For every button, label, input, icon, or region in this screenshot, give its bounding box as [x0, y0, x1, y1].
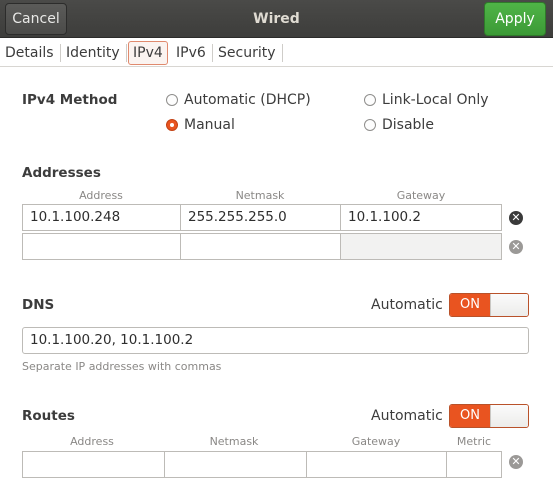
dns-automatic-label: Automatic: [371, 297, 443, 313]
tab-identity[interactable]: Identity: [62, 41, 127, 65]
radio-disable[interactable]: Disable: [364, 117, 434, 133]
radio-manual[interactable]: Manual: [166, 117, 235, 133]
route-column-header-address: Address: [70, 435, 114, 448]
radio-indicator[interactable]: [166, 94, 178, 106]
gateway-input[interactable]: [340, 233, 502, 260]
route-column-header-metric: Metric: [456, 435, 492, 448]
tab-security[interactable]: Security: [214, 41, 282, 65]
switch-on-label: ON: [450, 405, 490, 427]
netmask-input[interactable]: [180, 233, 341, 260]
ipv4-method-label: IPv4 Method: [22, 92, 118, 108]
addresses-label: Addresses: [22, 165, 101, 181]
tab-ipv6[interactable]: IPv6: [172, 41, 213, 65]
route-address-input[interactable]: [22, 451, 165, 478]
address-row: [22, 233, 502, 260]
radio-indicator[interactable]: [364, 94, 376, 106]
radio-link-local-only[interactable]: Link-Local Only: [364, 92, 489, 108]
switch-on-label: ON: [450, 294, 490, 316]
delete-address-icon[interactable]: ✕: [509, 240, 523, 254]
route-column-header-gateway: Gateway: [351, 435, 401, 448]
dns-label: DNS: [22, 297, 55, 313]
radio-automatic-dhcp[interactable]: Automatic (DHCP): [166, 92, 311, 108]
address-row: 10.1.100.248 255.255.255.0 10.1.100.2: [22, 204, 502, 231]
header-bar: Cancel Wired Apply: [0, 0, 553, 38]
cancel-button[interactable]: Cancel: [5, 3, 67, 35]
tab-ipv4[interactable]: IPv4: [128, 41, 168, 65]
address-input[interactable]: [22, 233, 181, 260]
apply-button[interactable]: Apply: [484, 2, 546, 36]
address-input[interactable]: 10.1.100.248: [22, 204, 181, 231]
routes-automatic-switch[interactable]: ON: [449, 404, 529, 428]
route-netmask-input[interactable]: [164, 451, 307, 478]
routes-label: Routes: [22, 408, 75, 424]
switch-knob[interactable]: [490, 405, 528, 427]
radio-label: Disable: [382, 117, 434, 133]
route-metric-input[interactable]: [446, 451, 502, 478]
radio-indicator[interactable]: [364, 119, 376, 131]
routes-automatic-label: Automatic: [371, 408, 443, 424]
tab-details[interactable]: Details: [1, 41, 61, 65]
radio-label: Link-Local Only: [382, 92, 489, 108]
delete-route-icon[interactable]: ✕: [509, 455, 523, 469]
radio-label: Automatic (DHCP): [184, 92, 311, 108]
switch-knob[interactable]: [490, 294, 528, 316]
netmask-input[interactable]: 255.255.255.0: [180, 204, 341, 231]
route-row: [22, 451, 502, 478]
window-title: Wired: [253, 11, 300, 27]
route-column-header-netmask: Netmask: [209, 435, 259, 448]
column-header-gateway: Gateway: [396, 189, 446, 202]
tab-bar: Details Identity IPv4 IPv6 Security: [0, 38, 553, 67]
delete-address-icon[interactable]: ✕: [509, 211, 523, 225]
gateway-input[interactable]: 10.1.100.2: [340, 204, 502, 231]
dns-hint-text: Separate IP addresses with commas: [22, 360, 222, 373]
column-header-address: Address: [79, 189, 123, 202]
dns-servers-input[interactable]: 10.1.100.20, 10.1.100.2: [22, 327, 529, 354]
radio-label: Manual: [184, 117, 235, 133]
dns-automatic-switch[interactable]: ON: [449, 293, 529, 317]
radio-indicator-checked[interactable]: [166, 119, 178, 131]
route-gateway-input[interactable]: [306, 451, 447, 478]
column-header-netmask: Netmask: [235, 189, 285, 202]
